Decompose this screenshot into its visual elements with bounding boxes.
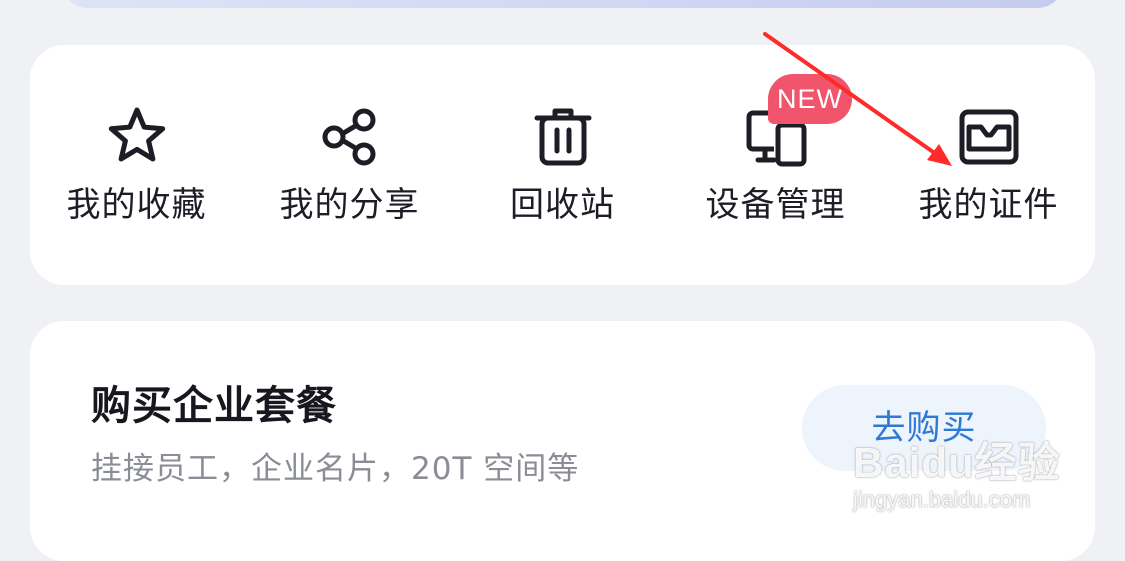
id-card-icon <box>957 105 1021 169</box>
star-icon <box>105 105 169 169</box>
quick-action-my-documents[interactable]: 我的证件 <box>882 45 1095 285</box>
promo-subtitle: 挂接员工，企业名片，20T 空间等 <box>91 451 580 487</box>
promo-title: 购买企业套餐 <box>91 383 337 429</box>
trash-icon <box>531 105 595 169</box>
share-icon <box>318 105 382 169</box>
enterprise-promo-card: 购买企业套餐 挂接员工，企业名片，20T 空间等 去购买 <box>30 321 1095 561</box>
quick-action-recycle-bin[interactable]: 回收站 <box>456 45 669 285</box>
quick-action-label: 回收站 <box>510 185 615 225</box>
buy-button[interactable]: 去购买 <box>802 385 1046 471</box>
quick-action-label: 设备管理 <box>705 185 846 225</box>
quick-actions-card: 我的收藏 我的分享 回收站 设备管理 我的证件 <box>30 45 1095 285</box>
top-banner-edge <box>60 0 1065 8</box>
new-badge: NEW <box>768 74 852 124</box>
quick-action-label: 我的分享 <box>279 185 420 225</box>
quick-action-favorites[interactable]: 我的收藏 <box>30 45 243 285</box>
quick-action-shares[interactable]: 我的分享 <box>243 45 456 285</box>
quick-action-label: 我的证件 <box>918 185 1059 225</box>
quick-action-label: 我的收藏 <box>66 185 207 225</box>
